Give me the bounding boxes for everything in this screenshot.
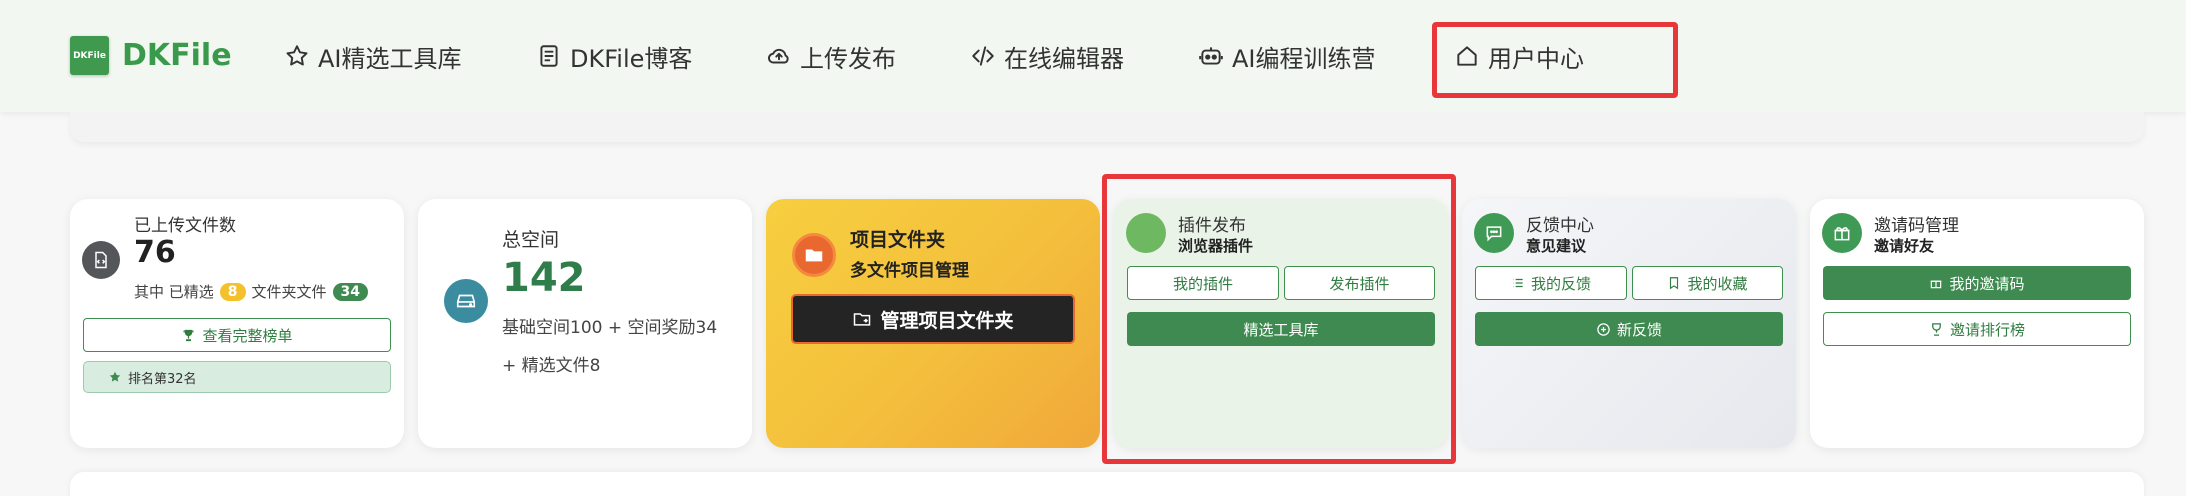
nav-item-label: 上传发布 — [800, 44, 896, 73]
my-feedback-button[interactable]: 我的反馈 — [1475, 266, 1627, 300]
project-folder-card: 项目文件夹 多文件项目管理 管理项目文件夹 — [766, 199, 1100, 448]
project-folder-subtitle: 多文件项目管理 — [850, 261, 969, 281]
my-favorites-button[interactable]: 我的收藏 — [1632, 266, 1783, 300]
nav-item-label: DKFile博客 — [570, 44, 693, 73]
logo-text: DKFile — [73, 50, 106, 61]
storage-drive-icon — [444, 279, 488, 323]
plugin-card-highlight — [1102, 174, 1456, 464]
uploads-detail-mid: 文件夹文件 — [251, 283, 327, 301]
nav-item-label: AI精选工具库 — [318, 44, 462, 73]
uploads-count: 76 — [134, 235, 176, 270]
invite-subtitle: 邀请好友 — [1874, 237, 1935, 255]
manage-project-folder-label: 管理项目文件夹 — [880, 309, 1014, 332]
my-invite-codes-label: 我的邀请码 — [1949, 274, 2025, 293]
my-favorites-label: 我的收藏 — [1687, 274, 1748, 293]
list-icon — [1513, 278, 1523, 288]
document-icon — [540, 45, 558, 67]
folder-icon — [792, 233, 836, 277]
robot-icon — [1199, 47, 1223, 65]
project-folder-title: 项目文件夹 — [850, 229, 946, 251]
plus-circle-icon — [1597, 322, 1610, 336]
view-leaderboard-label: 查看完整榜单 — [202, 326, 293, 345]
star-filled-icon — [109, 371, 121, 382]
gift-small-icon — [1931, 280, 1942, 289]
nav-item-bootcamp[interactable]: AI编程训练营 — [1198, 38, 1376, 74]
total-space-card: 总空间 142 基础空间100 + 空间奖励34 + 精选文件8 — [418, 199, 752, 448]
manage-project-folder-button[interactable]: 管理项目文件夹 — [791, 294, 1075, 344]
new-feedback-button[interactable]: 新反馈 — [1475, 312, 1783, 346]
nav-item-upload[interactable]: 上传发布 — [766, 38, 896, 74]
nav-item-editor[interactable]: 在线编辑器 — [970, 38, 1124, 74]
nav-item-label: 在线编辑器 — [1004, 44, 1124, 73]
file-code-icon — [82, 241, 120, 279]
nav-item-label: AI编程训练营 — [1232, 44, 1376, 73]
total-space-value: 142 — [502, 255, 586, 301]
user-center-highlight — [1432, 22, 1678, 98]
invite-ranking-button[interactable]: 邀请排行榜 — [1823, 312, 2131, 346]
gift-icon — [1822, 213, 1862, 253]
total-space-title: 总空间 — [502, 229, 560, 251]
invite-title: 邀请码管理 — [1874, 216, 1959, 236]
uploads-detail: 其中 已精选 8 文件夹文件 34 — [134, 281, 369, 302]
uploads-detail-prefix: 其中 已精选 — [134, 283, 214, 301]
rank-indicator: 排名第32名 — [83, 361, 391, 393]
brand-name[interactable]: DKFile — [122, 38, 232, 73]
trophy-icon — [183, 329, 194, 341]
feedback-title: 反馈中心 — [1526, 216, 1594, 236]
feedback-subtitle: 意见建议 — [1526, 237, 1587, 255]
folder-sync-icon — [854, 313, 871, 326]
next-section-strip — [70, 472, 2144, 496]
header-band — [70, 112, 2144, 142]
new-feedback-label: 新反馈 — [1616, 320, 1662, 339]
folder-count-badge: 34 — [332, 282, 369, 301]
space-detail-line2: + 精选文件8 — [502, 356, 601, 376]
star-icon — [286, 45, 308, 66]
invite-code-card: 邀请码管理 邀请好友 我的邀请码 邀请排行榜 — [1810, 199, 2144, 448]
rank-text: 排名第32名 — [128, 371, 197, 387]
view-leaderboard-button[interactable]: 查看完整榜单 — [83, 318, 391, 352]
trophy-outline-icon — [1932, 322, 1941, 336]
brand-logo[interactable]: DKFile — [70, 36, 109, 75]
uploads-card: 已上传文件数 76 其中 已精选 8 文件夹文件 34 查看完整榜单 排名第32… — [70, 199, 404, 448]
my-feedback-label: 我的反馈 — [1530, 274, 1591, 293]
cloud-upload-icon — [768, 48, 789, 64]
space-detail-line1: 基础空间100 + 空间奖励34 — [502, 318, 718, 338]
nav-item-ai-tools[interactable]: AI精选工具库 — [284, 38, 462, 74]
my-invite-codes-button[interactable]: 我的邀请码 — [1823, 266, 2131, 300]
nav-item-blog[interactable]: DKFile博客 — [536, 38, 692, 74]
code-icon — [972, 46, 994, 66]
selected-count-badge: 8 — [219, 282, 246, 301]
bookmark-icon — [1670, 277, 1679, 290]
feedback-center-card: 反馈中心 意见建议 我的反馈 我的收藏 新反馈 — [1462, 199, 1796, 448]
chat-bubble-icon — [1474, 213, 1514, 253]
invite-ranking-label: 邀请排行榜 — [1949, 320, 2025, 339]
uploads-title: 已上传文件数 — [134, 216, 236, 236]
